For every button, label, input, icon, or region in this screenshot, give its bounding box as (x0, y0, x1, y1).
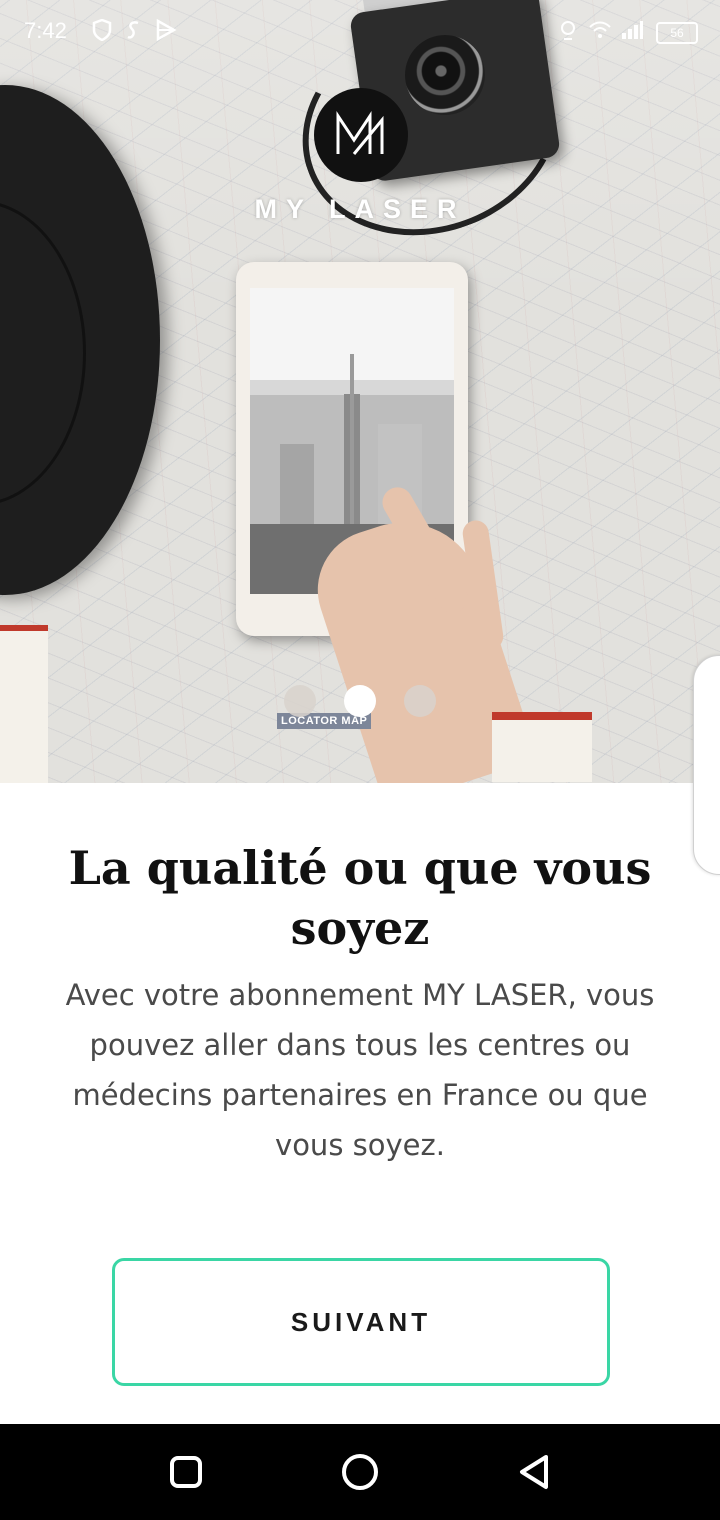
shield-icon (90, 18, 114, 42)
pager-dot-1[interactable] (284, 685, 316, 717)
recent-apps-button[interactable] (162, 1448, 210, 1496)
pager-dot-2[interactable] (344, 685, 376, 717)
signal-icon (620, 18, 644, 42)
home-button[interactable] (336, 1448, 384, 1496)
page-title: La qualité ou que vous soyez (68, 841, 652, 955)
hero-image: LOCATOR MAP MY LASER (0, 0, 720, 783)
sync-icon (122, 18, 146, 42)
alarm-icon (556, 18, 580, 42)
page-description: Avec votre abonnement MY LASER, vous pou… (65, 978, 655, 1162)
wifi-icon (588, 18, 612, 42)
status-time: 7:42 (24, 18, 67, 43)
next-button[interactable]: SUIVANT (112, 1258, 610, 1386)
pager-dot-3[interactable] (404, 685, 436, 717)
logo-mark-icon (336, 111, 384, 155)
play-store-icon (154, 18, 178, 42)
status-bar: 7:42 56 (0, 0, 720, 64)
map-legend (0, 625, 48, 783)
triangle-icon (520, 1455, 548, 1489)
map-legend (492, 712, 592, 782)
brand-logo (314, 88, 408, 182)
brand-name: MY LASER (254, 194, 466, 224)
circle-icon (342, 1454, 378, 1490)
square-icon (170, 1456, 202, 1488)
battery-icon: 56 (656, 22, 698, 44)
side-panel-handle[interactable] (693, 655, 720, 875)
back-button[interactable] (510, 1448, 558, 1496)
